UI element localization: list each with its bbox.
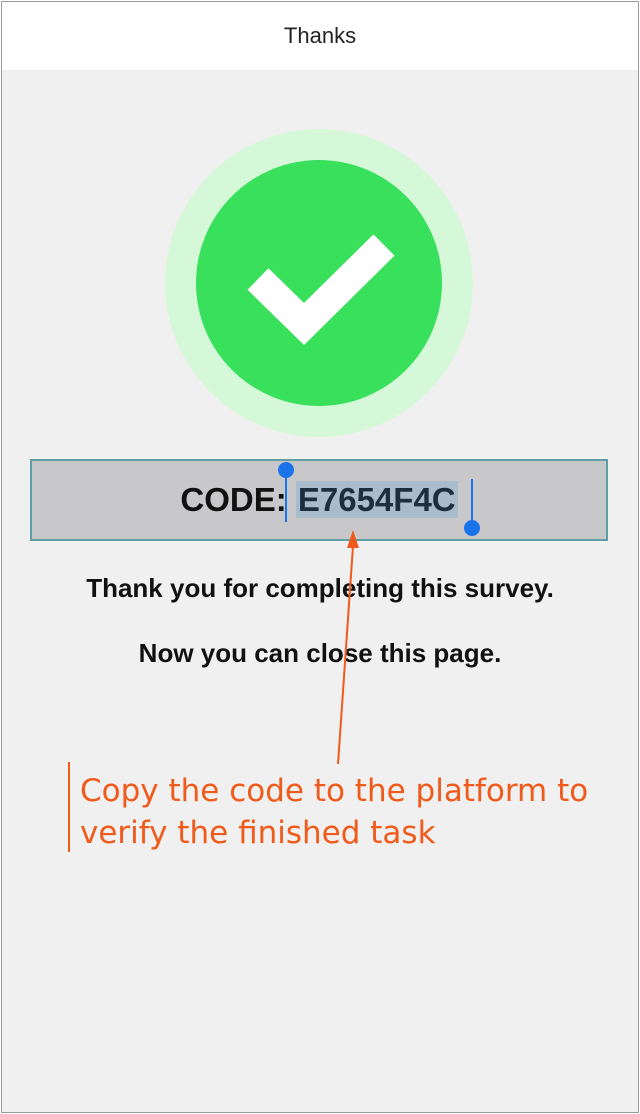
annotation-marker xyxy=(68,762,70,852)
survey-page: Thanks CODE: E7654F4C Thank you for comp… xyxy=(1,1,639,1113)
annotation-arrow-icon xyxy=(337,530,359,765)
annotation-note: Copy the code to the platform to verify … xyxy=(80,770,600,854)
annotation-line-1: Copy the code to the platform to xyxy=(80,773,589,809)
annotation-line-2: verify the finished task xyxy=(80,815,436,851)
